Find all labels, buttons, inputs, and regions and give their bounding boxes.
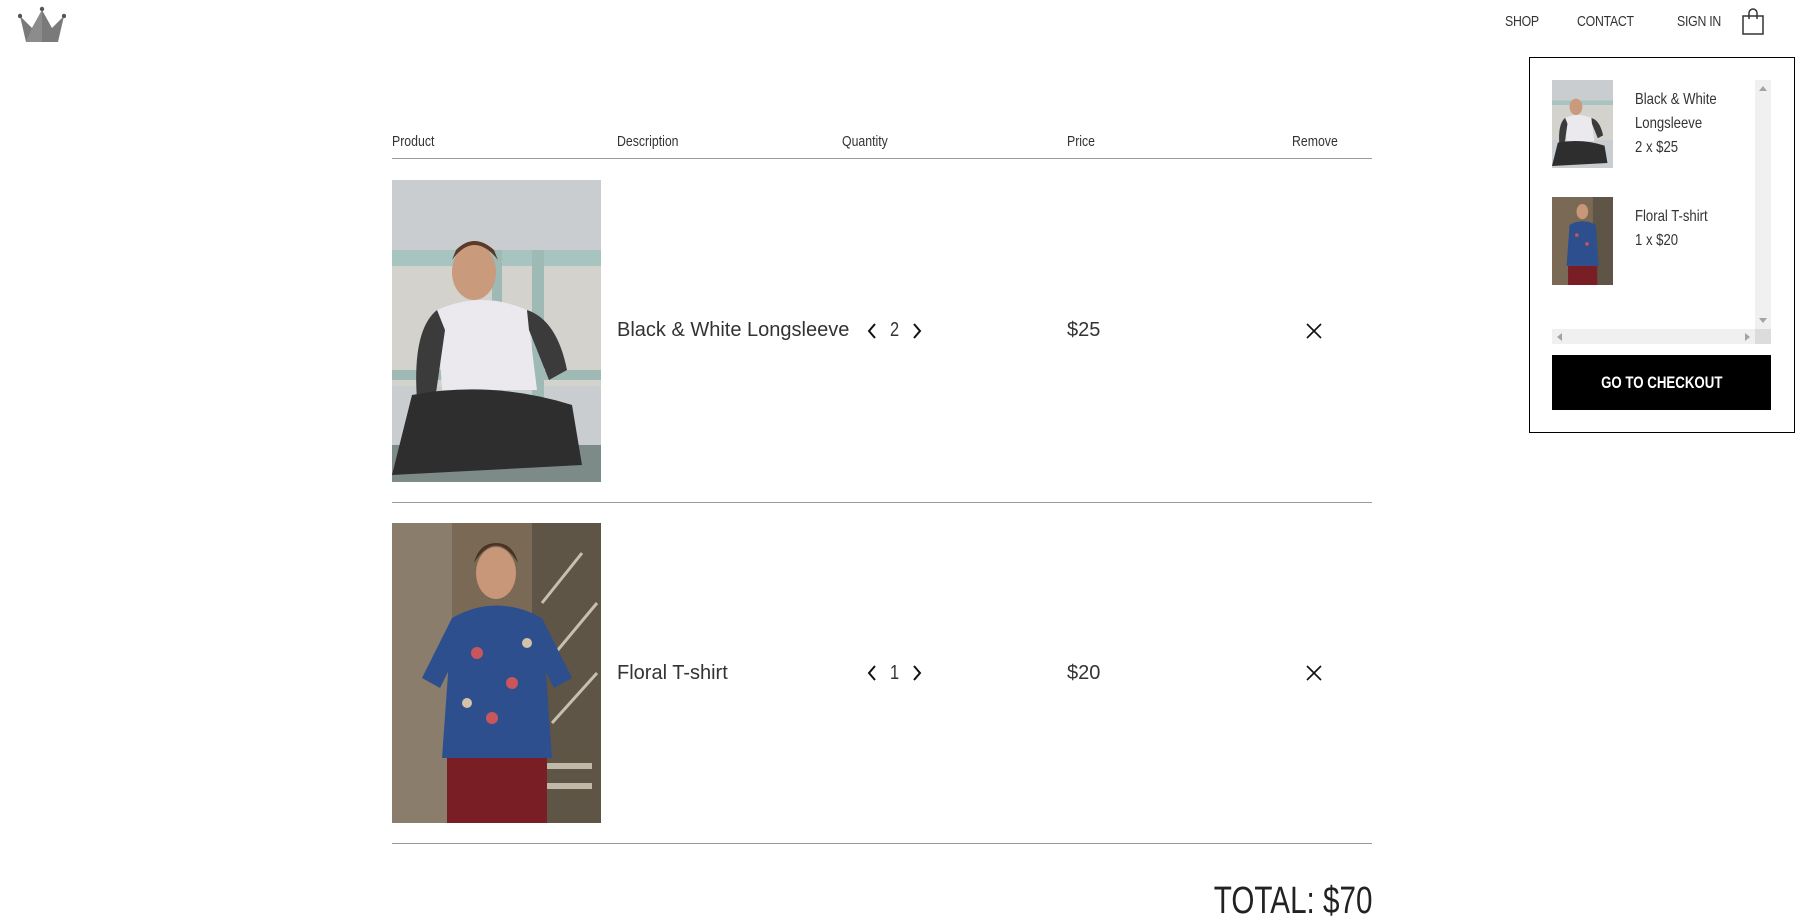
item-description: Floral T-shirt [617,661,728,684]
header-remove: Remove [1292,133,1338,150]
item-price: $25 [1067,319,1101,341]
quantity-stepper: 2 [842,319,1067,342]
cart-table: Product Description Quantity Price Remov… [392,124,1372,844]
cart-total: TOTAL: $70 [1213,880,1372,922]
scroll-up-icon[interactable] [1759,86,1767,91]
scroll-down-icon[interactable] [1759,318,1767,323]
nav-shop-link[interactable]: SHOP [1505,13,1539,30]
nav-sign-in-link[interactable]: SIGN IN [1677,13,1721,30]
quantity-value: 1 [890,661,900,684]
product-image-floral-tshirt[interactable] [392,523,601,823]
scrollbar-corner [1755,329,1771,344]
cart-row: Black & White Longsleeve 2 $25 [392,159,1372,503]
chevron-right-icon[interactable] [910,662,924,684]
mini-cart-item-line: 1 x $20 [1635,232,1679,249]
mini-cart-item-name: Floral T-shirt [1635,208,1708,225]
crown-logo-icon[interactable] [17,6,67,46]
mini-cart-item: Floral T-shirt 1 x $20 [1552,197,1772,314]
go-to-checkout-button[interactable]: GO TO CHECKOUT [1552,355,1771,410]
mini-cart-item-name: Black & White Longsleeve [1635,91,1717,132]
cart-table-header: Product Description Quantity Price Remov… [392,124,1372,159]
header-product: Product [392,133,435,150]
mini-cart-list: Black & White Longsleeve 2 x $25 Floral … [1552,80,1772,330]
close-icon[interactable] [1304,321,1324,341]
cart-row: Floral T-shirt 1 $20 [392,503,1372,844]
mini-cart-thumb [1552,80,1613,168]
quantity-value: 2 [890,319,900,341]
shopping-bag-icon[interactable] [1741,8,1765,35]
go-to-checkout-label: GO TO CHECKOUT [1600,372,1723,392]
close-icon[interactable] [1304,663,1324,683]
nav-contact-link[interactable]: CONTACT [1577,13,1634,30]
item-description: Black & White Longsleeve [617,319,850,341]
header-description: Description [617,133,679,150]
mini-cart-item-line: 2 x $25 [1635,139,1679,156]
horizontal-scrollbar[interactable] [1552,329,1755,344]
chevron-left-icon[interactable] [865,662,879,684]
header-quantity: Quantity [842,133,888,150]
chevron-left-icon[interactable] [865,320,879,342]
header-price: Price [1067,133,1096,150]
product-image-longsleeve[interactable] [392,179,601,482]
quantity-stepper: 1 [842,662,1067,685]
scroll-left-icon[interactable] [1557,333,1562,341]
mini-cart-item: Black & White Longsleeve 2 x $25 [1552,80,1772,197]
vertical-scrollbar[interactable] [1755,80,1771,329]
mini-cart-thumb [1552,197,1613,285]
item-price: $20 [1067,661,1101,684]
scroll-right-icon[interactable] [1745,333,1750,341]
chevron-right-icon[interactable] [910,320,924,342]
top-nav: SHOP CONTACT SIGN IN [1474,8,1765,35]
